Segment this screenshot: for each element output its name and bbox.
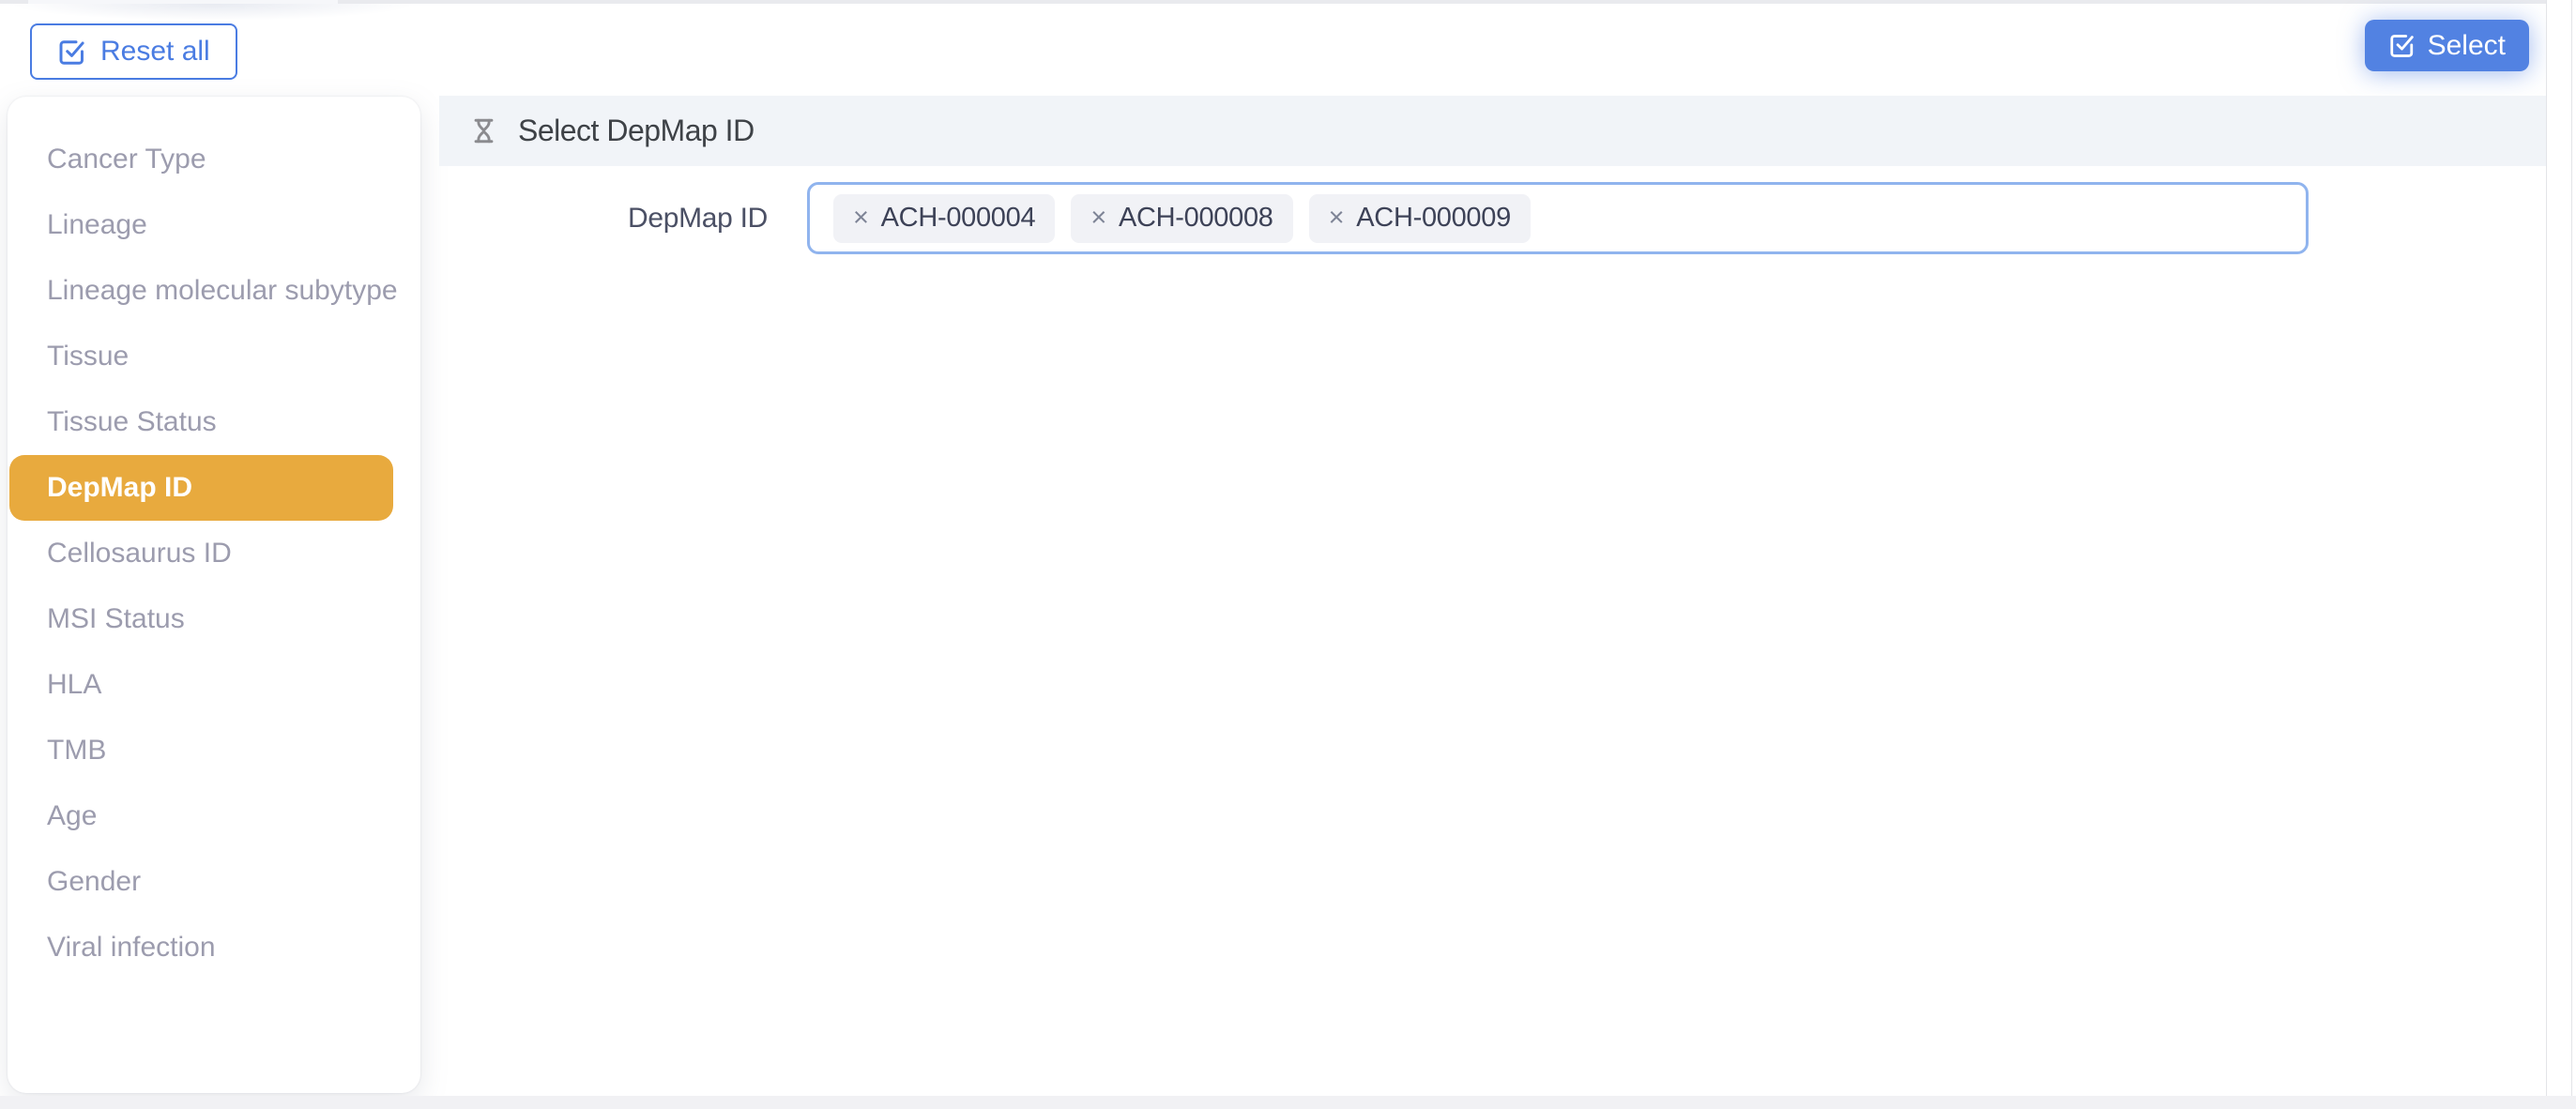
depmap-id-field-row: DepMap ID × ACH-000004 × ACH-000008 × AC… [439,182,2546,254]
sidebar-item-msi-status[interactable]: MSI Status [8,586,420,652]
sidebar-item-hla[interactable]: HLA [8,652,420,718]
sidebar-item-depmap-id[interactable]: DepMap ID [9,455,393,521]
checkbox-check-icon [2388,32,2416,59]
reset-all-label: Reset all [100,36,210,68]
sidebar-item-label: Cancer Type [47,143,206,177]
sidebar-item-label: HLA [47,668,101,703]
checkbox-check-icon [57,38,86,67]
tag-ach-000009: × ACH-000009 [1309,194,1531,243]
panel-top-shadow [8,4,418,21]
sidebar-item-viral-infection[interactable]: Viral infection [8,915,420,980]
sidebar-item-cellosaurus-id[interactable]: Cellosaurus ID [8,521,420,586]
sidebar-item-label: Viral infection [47,931,216,965]
sidebar-item-label: Cellosaurus ID [47,537,232,571]
tag-ach-000004: × ACH-000004 [833,194,1055,243]
depmap-id-tag-input[interactable]: × ACH-000004 × ACH-000008 × ACH-000009 [807,182,2309,254]
sidebar-item-label: Tissue [47,340,129,374]
sidebar-item-tmb[interactable]: TMB [8,718,420,783]
tag-remove-icon[interactable]: × [1329,205,1345,232]
sidebar-item-tissue-status[interactable]: Tissue Status [8,389,420,455]
sidebar-item-label: Lineage molecular subytype [47,274,398,309]
sidebar-item-label: MSI Status [47,602,185,637]
panel-header: Select DepMap ID [439,96,2546,166]
panel-title: Select DepMap ID [518,114,755,148]
tag-ach-000008: × ACH-000008 [1071,194,1292,243]
sidebar-item-label: Age [47,799,97,834]
sidebar-item-tissue[interactable]: Tissue [8,324,420,389]
tag-label: ACH-000008 [1119,203,1273,234]
sidebar-item-lineage-molecular-subtype[interactable]: Lineage molecular subytype [8,258,420,324]
reset-all-button[interactable]: Reset all [30,23,237,80]
sidebar-item-gender[interactable]: Gender [8,849,420,915]
tag-remove-icon[interactable]: × [1090,205,1106,232]
sidebar-item-label: Gender [47,865,141,900]
sidebar-item-lineage[interactable]: Lineage [8,192,420,258]
sidebar-item-label: Tissue Status [47,405,217,440]
select-label: Select [2428,30,2506,62]
sidebar-item-label: DepMap ID [47,471,192,506]
tag-label: ACH-000004 [881,203,1036,234]
sidebar-item-label: Lineage [47,208,147,243]
depmap-id-field-label: DepMap ID [439,203,768,235]
hourglass-icon [471,116,496,145]
scrollbar-track[interactable] [2546,0,2576,1109]
tag-label: ACH-000009 [1356,203,1511,234]
sidebar-item-cancer-type[interactable]: Cancer Type [8,127,420,192]
bottom-edge-strip [0,1096,2576,1109]
tag-remove-icon[interactable]: × [853,205,869,232]
filter-sidebar: Cancer Type Lineage Lineage molecular su… [8,97,420,1093]
select-button[interactable]: Select [2365,20,2529,71]
sidebar-item-label: TMB [47,734,106,768]
sidebar-item-age[interactable]: Age [8,783,420,849]
